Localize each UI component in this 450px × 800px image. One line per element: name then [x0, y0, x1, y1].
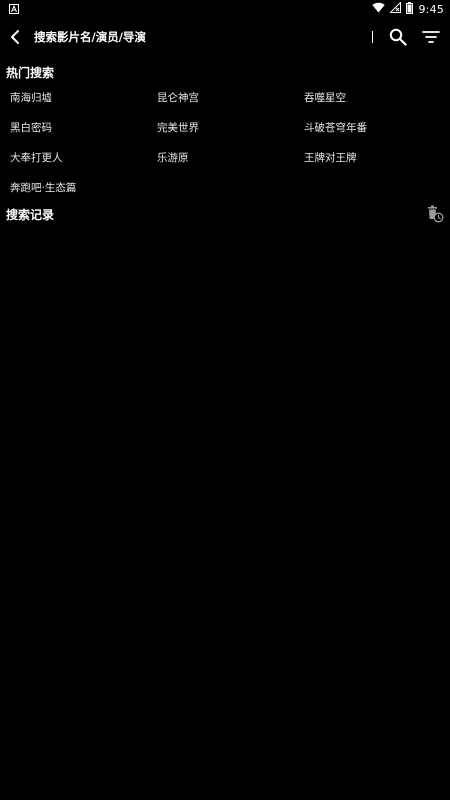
back-button[interactable] — [2, 18, 28, 56]
search-placeholder: 搜索影片名/演员/导演 — [34, 30, 146, 44]
wifi-icon — [372, 2, 386, 16]
delete-history-icon — [428, 205, 444, 223]
hot-search-row: 大奉打更人 乐游原 王牌对王牌 — [10, 142, 450, 172]
hot-search-item[interactable]: 大奉打更人 — [10, 150, 63, 165]
hot-search-item[interactable]: 乐游原 — [157, 150, 189, 165]
clear-history-button[interactable] — [424, 203, 446, 225]
hot-search-item[interactable]: 奔跑吧·生态篇 — [10, 180, 76, 195]
battery-icon — [406, 1, 414, 17]
search-button[interactable] — [383, 18, 413, 56]
hot-search-row: 黑白密码 完美世界 斗破苍穹年番 — [10, 112, 450, 142]
search-toolbar: 搜索影片名/演员/导演 — [0, 18, 450, 56]
status-time: 9:45 — [418, 2, 444, 16]
search-input[interactable]: 搜索影片名/演员/导演 — [28, 18, 372, 56]
signal-icon — [389, 1, 402, 16]
hot-search-row: 奔跑吧·生态篇 — [10, 172, 450, 202]
filter-button[interactable] — [416, 18, 446, 56]
notification-a-icon — [9, 4, 19, 14]
hot-search-item[interactable]: 王牌对王牌 — [304, 150, 357, 165]
hot-search-item[interactable]: 黑白密码 — [10, 120, 52, 135]
hot-search-row: 南海归墟 昆仑神宫 吞噬星空 — [10, 82, 450, 112]
search-history-title: 搜索记录 — [6, 208, 55, 222]
hot-search-grid: 南海归墟 昆仑神宫 吞噬星空 黑白密码 完美世界 斗破苍穹年番 大奉打更人 乐游… — [10, 82, 450, 202]
hot-search-item[interactable]: 吞噬星空 — [304, 90, 346, 105]
hot-search-title: 热门搜索 — [6, 66, 55, 80]
search-icon — [389, 28, 407, 46]
text-cursor — [372, 31, 373, 43]
hot-search-item[interactable]: 完美世界 — [157, 120, 199, 135]
status-bar: 9:45 — [0, 0, 450, 18]
hot-search-item[interactable]: 南海归墟 — [10, 90, 52, 105]
hot-search-item[interactable]: 昆仑神宫 — [157, 90, 199, 105]
chevron-left-icon — [11, 30, 19, 44]
hot-search-item[interactable]: 斗破苍穹年番 — [304, 120, 367, 135]
filter-icon — [422, 31, 440, 43]
